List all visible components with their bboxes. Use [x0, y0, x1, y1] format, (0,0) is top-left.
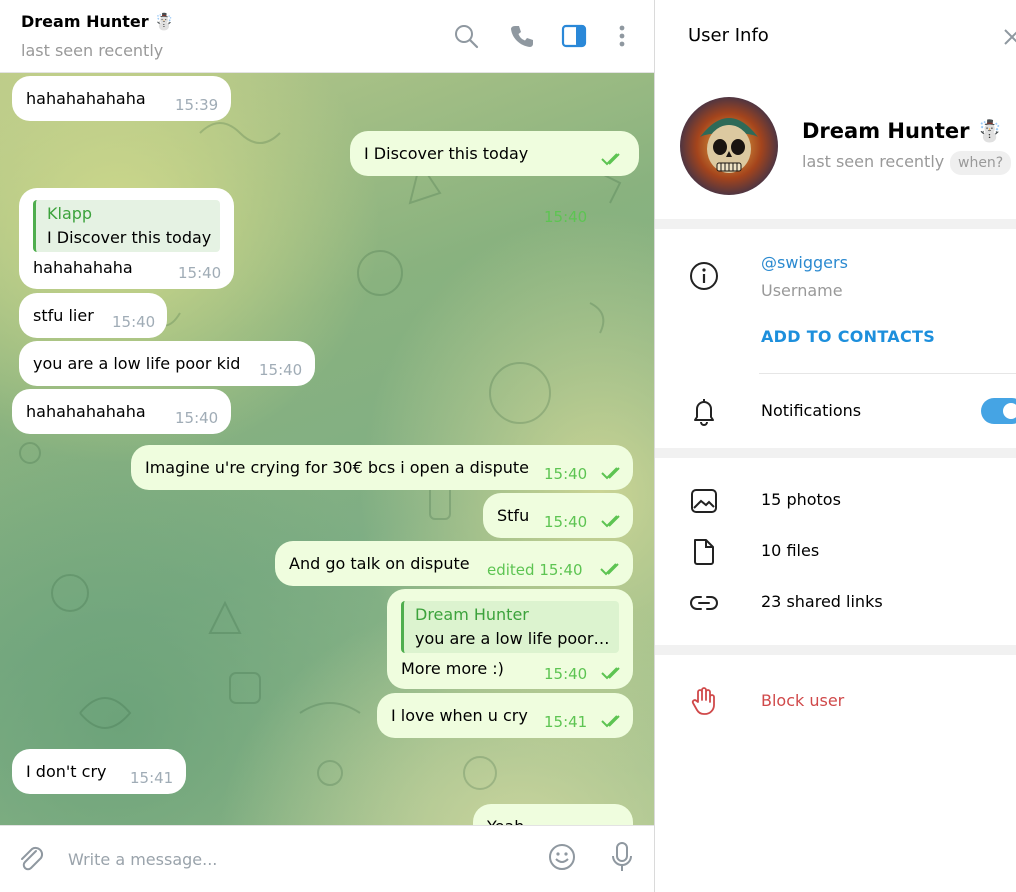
microphone-icon[interactable] — [607, 840, 637, 874]
chat-header[interactable]: Dream Hunter ☃️ last seen recently — [0, 0, 654, 73]
shared-photos-item[interactable]: 15 photos — [761, 490, 841, 509]
message-time: 15:41 — [130, 769, 174, 787]
message-bubble[interactable]: hahahahahaha 15:39 — [12, 76, 231, 121]
message-bubble[interactable]: And go talk on dispute edited 15:40 — [275, 541, 633, 586]
message-list[interactable]: hahahahahaha 15:39 I Discover this today… — [0, 73, 654, 825]
chat-area: Dream Hunter ☃️ last seen recently hahah… — [0, 0, 654, 892]
message-time: edited 15:40 — [487, 561, 583, 579]
read-checks-icon — [601, 467, 620, 480]
message-bubble[interactable]: Dream Hunter you are a low life poor… Mo… — [387, 589, 633, 689]
section-divider — [655, 645, 1016, 655]
search-icon[interactable] — [453, 23, 479, 49]
toggle-knob — [1001, 401, 1016, 421]
message-time: 15:40 — [544, 465, 588, 483]
message-time: 15:40 — [175, 409, 219, 427]
message-bubble[interactable]: Klapp I Discover this today hahahahaha 1… — [19, 188, 234, 289]
reply-text: you are a low life poor… — [415, 629, 610, 648]
link-icon — [690, 596, 718, 610]
message-text: I Discover this today — [364, 144, 529, 163]
message-text: I love when u cry — [391, 706, 528, 725]
message-text: Stfu — [497, 506, 530, 525]
username-label: Username — [761, 281, 843, 300]
section-divider — [655, 219, 1016, 229]
message-time: 15:40 — [544, 513, 588, 531]
message-time: 15:40 — [112, 313, 156, 331]
block-user-button[interactable]: Block user — [761, 691, 844, 710]
last-seen-when-button[interactable]: when? — [950, 151, 1012, 175]
read-checks-icon — [600, 563, 619, 576]
profile-status: last seen recently — [802, 152, 945, 171]
message-input[interactable] — [68, 844, 518, 874]
message-text: Imagine u're crying for 30€ bcs i open a… — [145, 458, 530, 477]
reply-quote[interactable]: Klapp I Discover this today — [33, 200, 220, 252]
message-time: 15:41 — [544, 713, 588, 731]
message-bubble[interactable]: I love when u cry 15:41 — [377, 693, 633, 738]
sidebar-toggle-icon[interactable] — [561, 23, 587, 49]
message-text: stfu lier — [33, 306, 94, 325]
message-bubble[interactable]: Imagine u're crying for 30€ bcs i open a… — [131, 445, 633, 490]
profile-name: Dream Hunter ☃️ — [802, 119, 1003, 143]
message-text: And go talk on dispute — [289, 554, 470, 573]
emoji-icon[interactable] — [547, 842, 577, 872]
reply-text: I Discover this today — [47, 228, 212, 247]
read-checks-icon — [601, 667, 620, 680]
section-divider — [655, 448, 1016, 458]
message-text: hahahahahaha — [26, 89, 146, 108]
message-text: I don't cry — [26, 762, 107, 781]
message-text: hahahahaha — [33, 258, 133, 277]
close-icon[interactable] — [1003, 28, 1016, 46]
message-time: 15:39 — [175, 96, 219, 114]
bell-icon — [694, 399, 714, 426]
avatar[interactable] — [680, 97, 778, 195]
message-bubble[interactable]: Stfu 15:40 — [483, 493, 633, 538]
row-divider — [759, 373, 1016, 374]
user-info-panel: User Info Dream Hunter ☃️ last seen rece… — [654, 0, 1016, 892]
username-value[interactable]: @swiggers — [761, 253, 848, 272]
chat-title[interactable]: Dream Hunter ☃️ — [21, 12, 174, 31]
chat-status: last seen recently — [21, 41, 164, 60]
add-to-contacts-button[interactable]: ADD TO CONTACTS — [761, 327, 935, 346]
message-time: 15:40 — [259, 361, 303, 379]
message-bubble[interactable]: I Discover this today 15:40 — [350, 131, 639, 226]
message-time: 15:40 — [544, 665, 588, 683]
phone-icon[interactable] — [509, 23, 535, 49]
read-checks-icon — [601, 153, 620, 166]
skull-avatar-image — [680, 97, 778, 195]
file-icon — [694, 539, 714, 565]
message-text: you are a low life poor kid — [33, 354, 241, 373]
panel-title: User Info — [688, 25, 769, 46]
shared-links-item[interactable]: 23 shared links — [761, 592, 883, 611]
message-bubble[interactable]: you are a low life poor kid 15:40 — [19, 341, 315, 386]
message-bubble[interactable]: stfu lier 15:40 — [19, 293, 167, 338]
message-bubble[interactable]: I don't cry 15:41 — [12, 749, 186, 794]
photo-icon — [691, 489, 717, 513]
message-time: 15:40 — [178, 264, 222, 282]
reply-author: Dream Hunter — [415, 605, 529, 624]
message-time: 15:40 — [544, 208, 588, 226]
message-bubble[interactable]: Yeah — [473, 804, 633, 825]
more-vertical-icon[interactable] — [609, 23, 635, 49]
message-text: Yeah — [487, 817, 524, 825]
reply-quote[interactable]: Dream Hunter you are a low life poor… — [401, 601, 619, 653]
message-composer — [0, 825, 654, 892]
hand-icon — [691, 687, 715, 715]
read-checks-icon — [601, 515, 620, 528]
message-bubble[interactable]: hahahahahaha 15:40 — [12, 389, 231, 434]
message-text: More more :) — [401, 659, 504, 678]
reply-author: Klapp — [47, 204, 93, 223]
paperclip-icon[interactable] — [16, 843, 46, 873]
info-icon — [690, 262, 718, 290]
notifications-toggle[interactable] — [981, 398, 1016, 424]
read-checks-icon — [601, 715, 620, 728]
message-text: hahahahahaha — [26, 402, 146, 421]
notifications-label: Notifications — [761, 401, 862, 420]
shared-files-item[interactable]: 10 files — [761, 541, 819, 560]
